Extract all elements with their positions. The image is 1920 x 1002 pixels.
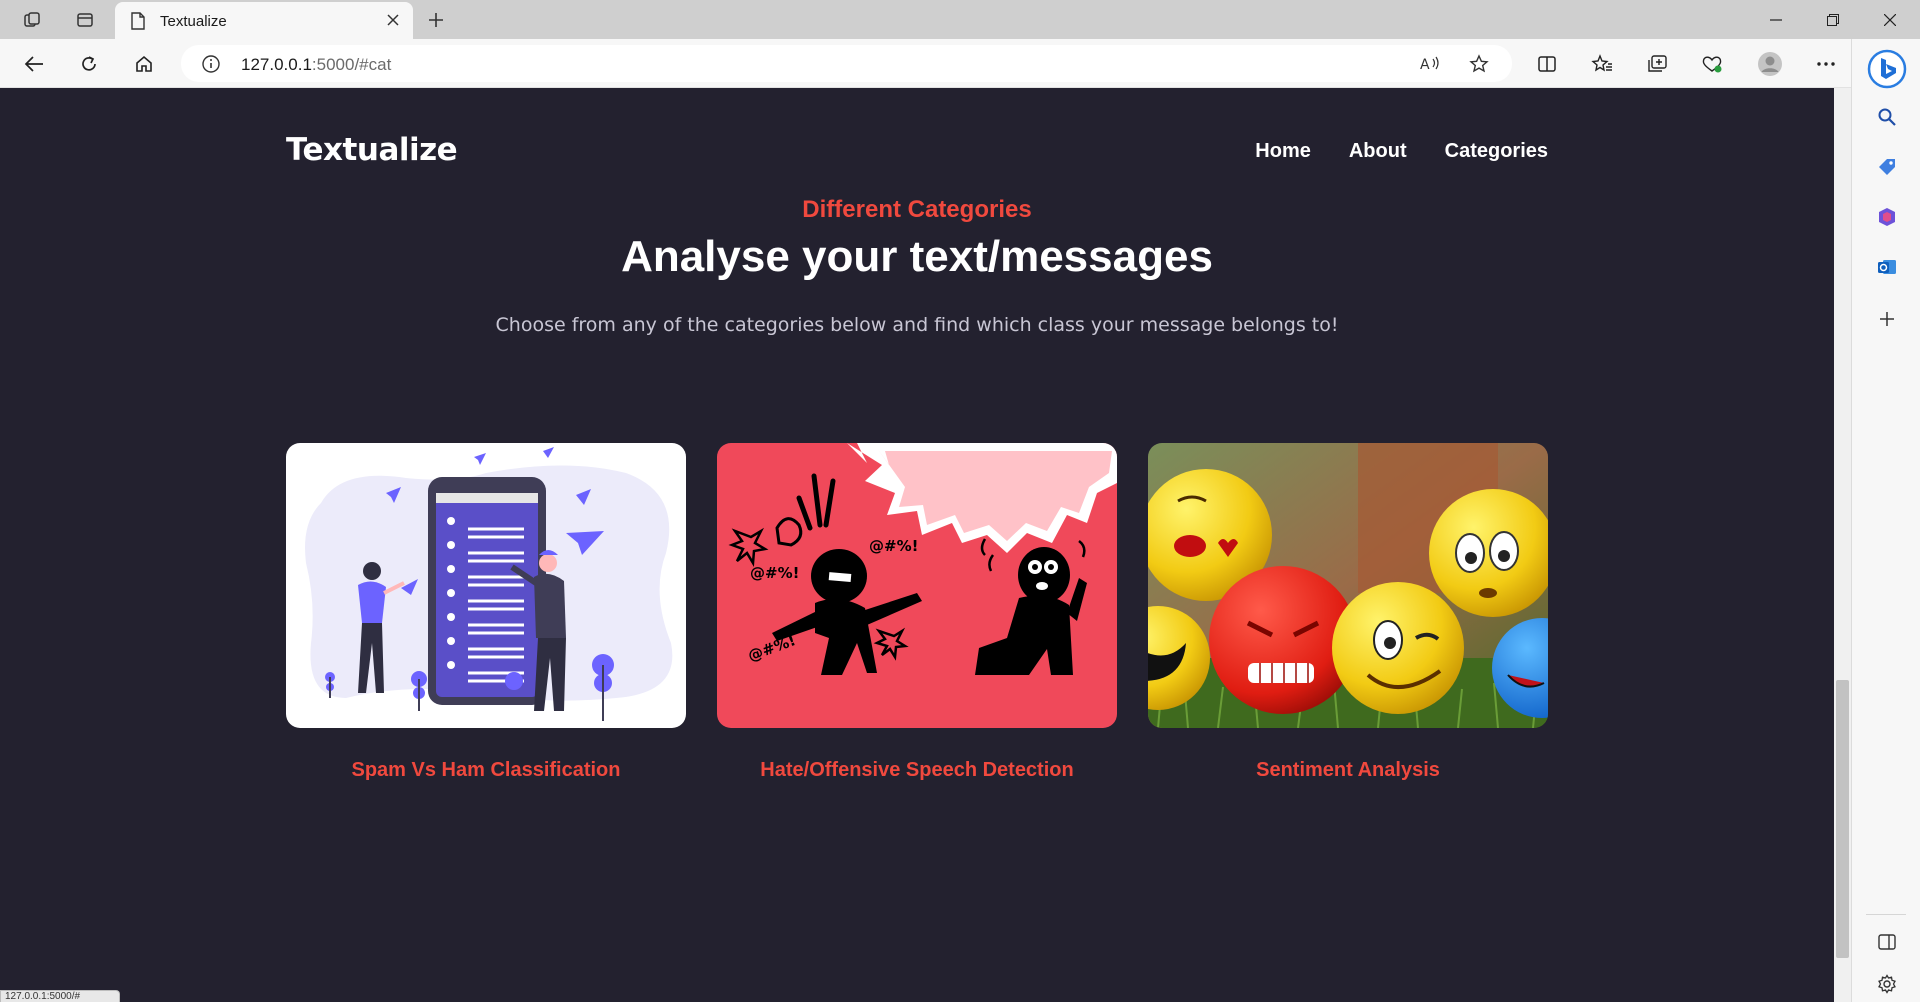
scrollbar-thumb[interactable] — [1836, 680, 1849, 958]
nav-about-link[interactable]: About — [1349, 140, 1407, 163]
svg-text:A: A — [1420, 57, 1430, 73]
browser-sidebar — [1851, 39, 1920, 1002]
close-window-icon[interactable] — [1862, 0, 1918, 39]
refresh-icon[interactable] — [72, 47, 106, 81]
site-nav: Home About Categories — [1255, 140, 1548, 163]
address-bar[interactable]: 127.0.0.1:5000/#cat A — [181, 45, 1512, 82]
add-sidebar-app-icon[interactable] — [1872, 304, 1902, 334]
new-tab-icon[interactable] — [421, 6, 451, 34]
hide-sidebar-icon[interactable] — [1872, 927, 1902, 957]
web-page: Textualize Home About Categories Differe… — [0, 88, 1834, 1002]
spam-card-image[interactable] — [286, 443, 686, 728]
hate-speech-card-link[interactable]: Hate/Offensive Speech Detection — [717, 759, 1117, 782]
collections-icon[interactable] — [1640, 47, 1674, 81]
address-path: :5000/#cat — [311, 55, 392, 74]
sentiment-card-link[interactable]: Sentiment Analysis — [1148, 759, 1548, 782]
section-description: Choose from any of the categories below … — [495, 314, 1339, 336]
address-host: 127.0.0.1 — [241, 55, 312, 74]
browser-essentials-icon[interactable] — [1695, 47, 1729, 81]
search-icon[interactable] — [1872, 102, 1902, 132]
home-icon[interactable] — [127, 47, 161, 81]
favorite-star-icon[interactable] — [1468, 53, 1490, 75]
nav-home-link[interactable]: Home — [1255, 140, 1311, 163]
curse-text-1: @#%! — [750, 564, 799, 582]
browser-toolbar: 127.0.0.1:5000/#cat A — [0, 39, 1920, 88]
section-eyebrow: Different Categories — [802, 196, 1032, 223]
office-icon[interactable] — [1872, 202, 1902, 232]
settings-gear-icon[interactable] — [1872, 969, 1902, 999]
address-url: 127.0.0.1:5000/#cat — [241, 55, 391, 75]
page-scrollbar[interactable] — [1834, 88, 1851, 1002]
shopping-tag-icon[interactable] — [1872, 152, 1902, 182]
profile-avatar-icon[interactable] — [1753, 47, 1787, 81]
site-info-icon[interactable] — [201, 54, 221, 74]
close-tab-icon[interactable] — [383, 10, 403, 30]
sentiment-card-image[interactable] — [1148, 443, 1548, 728]
curse-text-2: @#%! — [869, 537, 918, 555]
browser-tab-bar: Textualize — [0, 0, 1920, 39]
sidebar-divider — [1866, 914, 1906, 915]
read-aloud-icon[interactable]: A — [1419, 53, 1441, 75]
tab-actions-icon[interactable] — [70, 6, 100, 34]
section-headline: Analyse your text/messages — [621, 232, 1213, 281]
page-icon — [131, 12, 145, 35]
bing-copilot-icon[interactable] — [1867, 49, 1907, 89]
back-icon[interactable] — [17, 47, 51, 81]
workspaces-icon[interactable] — [17, 6, 47, 34]
nav-categories-link[interactable]: Categories — [1445, 140, 1548, 163]
outlook-icon[interactable] — [1872, 252, 1902, 282]
spam-card-link[interactable]: Spam Vs Ham Classification — [286, 759, 686, 782]
browser-tab-active[interactable]: Textualize — [115, 2, 413, 39]
hate-speech-card-image[interactable]: @#%! @#%! @#%! — [717, 443, 1117, 728]
minimize-icon[interactable] — [1748, 0, 1804, 39]
favorites-icon[interactable] — [1585, 47, 1619, 81]
more-options-icon[interactable] — [1809, 47, 1843, 81]
tab-title: Textualize — [160, 13, 227, 30]
site-logo[interactable]: Textualize — [286, 132, 458, 168]
split-screen-icon[interactable] — [1530, 47, 1564, 81]
restore-icon[interactable] — [1805, 0, 1861, 39]
status-bar-url: 127.0.0.1:5000/# — [0, 990, 120, 1002]
